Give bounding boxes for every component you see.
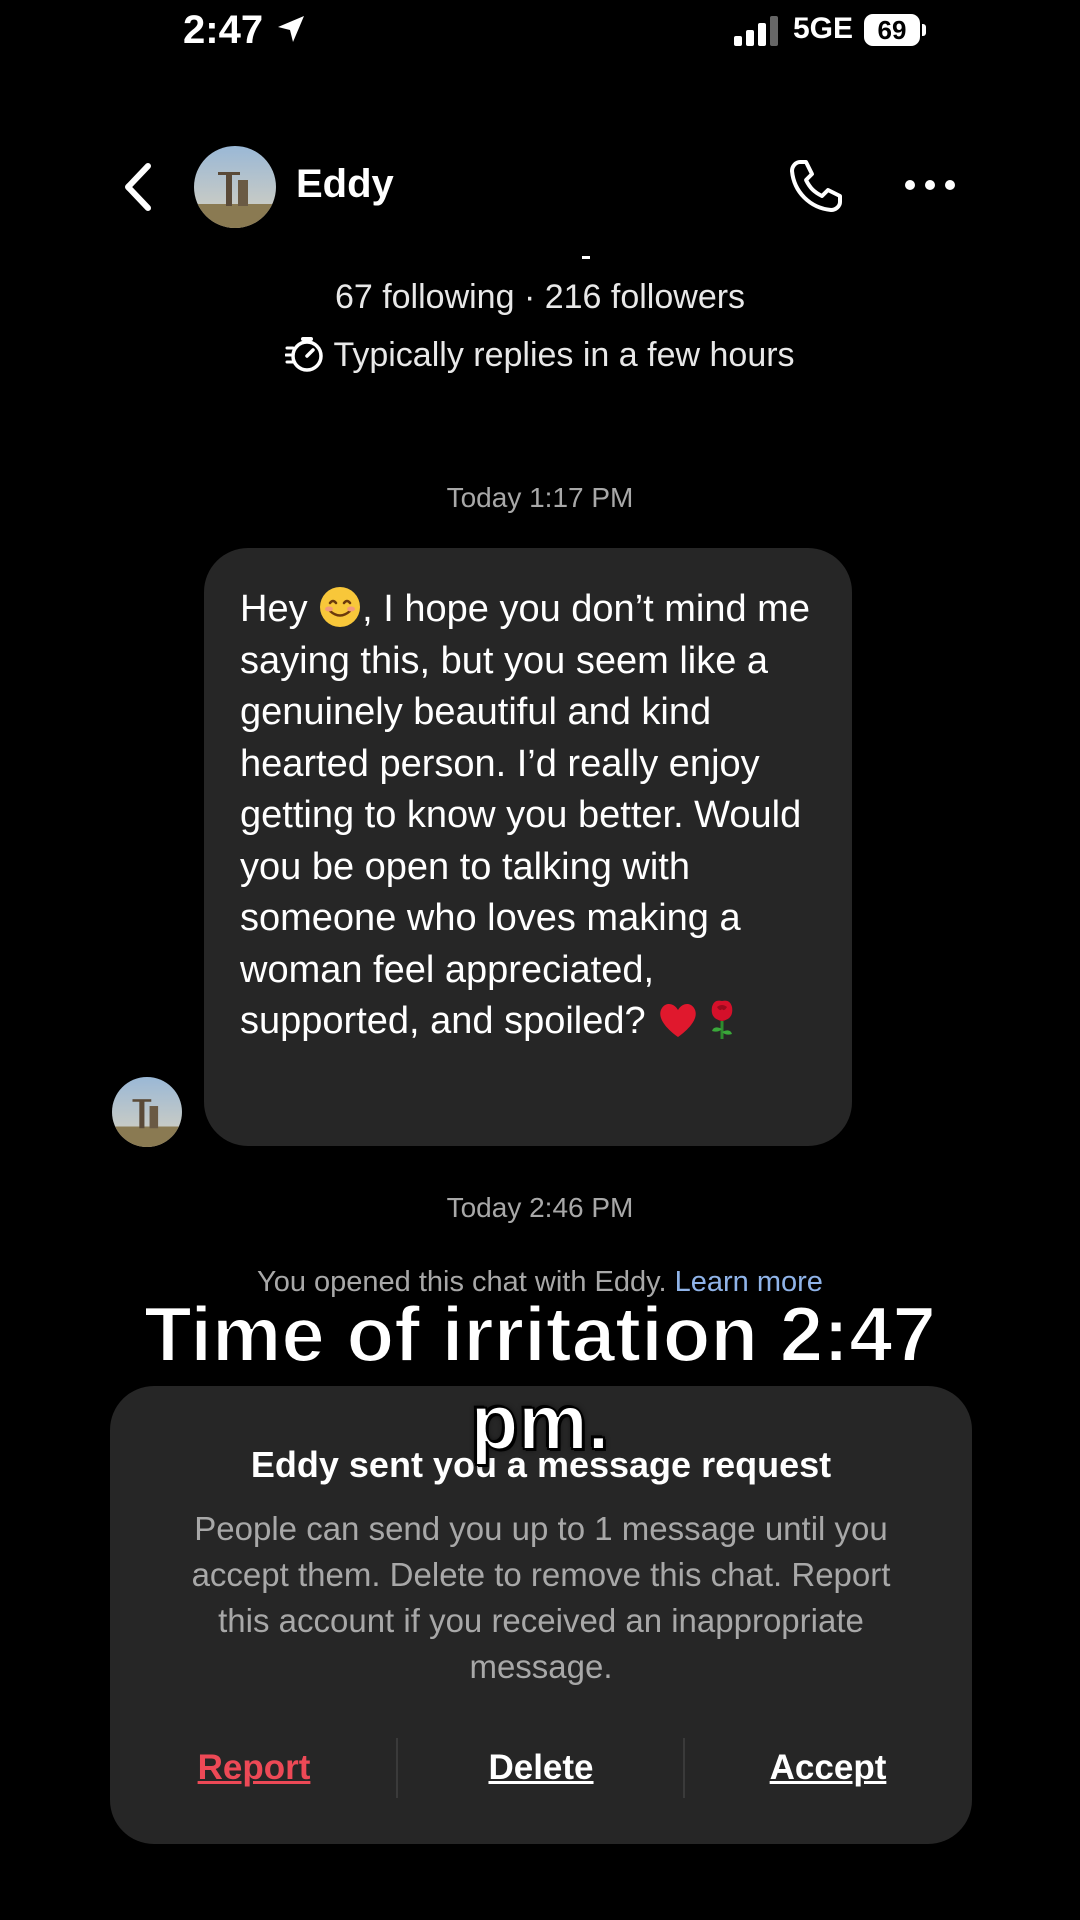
accept-button[interactable]: Accept (728, 1748, 928, 1788)
message-bubble[interactable]: Hey , I hope you don’t mind me saying th… (204, 548, 852, 1146)
more-options-icon[interactable] (902, 170, 958, 200)
action-divider (683, 1738, 685, 1798)
red-heart-emoji-icon (660, 1004, 696, 1037)
delete-button[interactable]: Delete (441, 1748, 641, 1788)
message-text: Hey , I hope you don’t mind me saying th… (240, 584, 830, 1048)
status-time: 2:47 (183, 8, 264, 52)
message-body: , I hope you don’t mind me saying this, … (240, 588, 810, 1042)
reply-time-text: Typically replies in a few hours (333, 336, 795, 374)
network-label: 5GE (793, 12, 854, 45)
battery-nub (922, 24, 926, 36)
reply-timer-icon (284, 337, 324, 372)
rose-emoji-icon (711, 1000, 733, 1039)
battery-indicator: 69 (864, 14, 920, 46)
reply-time-info: Typically replies in a few hours (0, 334, 1080, 375)
report-button[interactable]: Report (154, 1748, 354, 1788)
request-description: People can send you up to 1 message unti… (191, 1510, 891, 1685)
smiling-face-emoji-icon (320, 587, 361, 627)
chat-screen: 2:47 5GE 69 Eddy 67 following · 216 foll… (0, 0, 1080, 1920)
follow-stats: 67 following · 216 followers (334, 278, 746, 316)
message-timestamp: Today 2:46 PM (446, 1192, 634, 1223)
message-timestamp: Today 1:17 PM (446, 482, 634, 513)
contact-avatar[interactable] (194, 146, 276, 228)
overlay-caption: Time of irritation 2:47 pm. (143, 1289, 937, 1467)
back-arrow-icon[interactable] (118, 160, 158, 214)
message-greeting: Hey (240, 588, 308, 630)
location-arrow-icon (278, 16, 304, 42)
profile-separator (582, 256, 590, 259)
signal-icon (734, 16, 778, 46)
action-divider (396, 1738, 398, 1798)
phone-icon[interactable] (786, 156, 846, 216)
sender-avatar[interactable] (112, 1077, 182, 1147)
contact-name[interactable]: Eddy (296, 162, 394, 207)
